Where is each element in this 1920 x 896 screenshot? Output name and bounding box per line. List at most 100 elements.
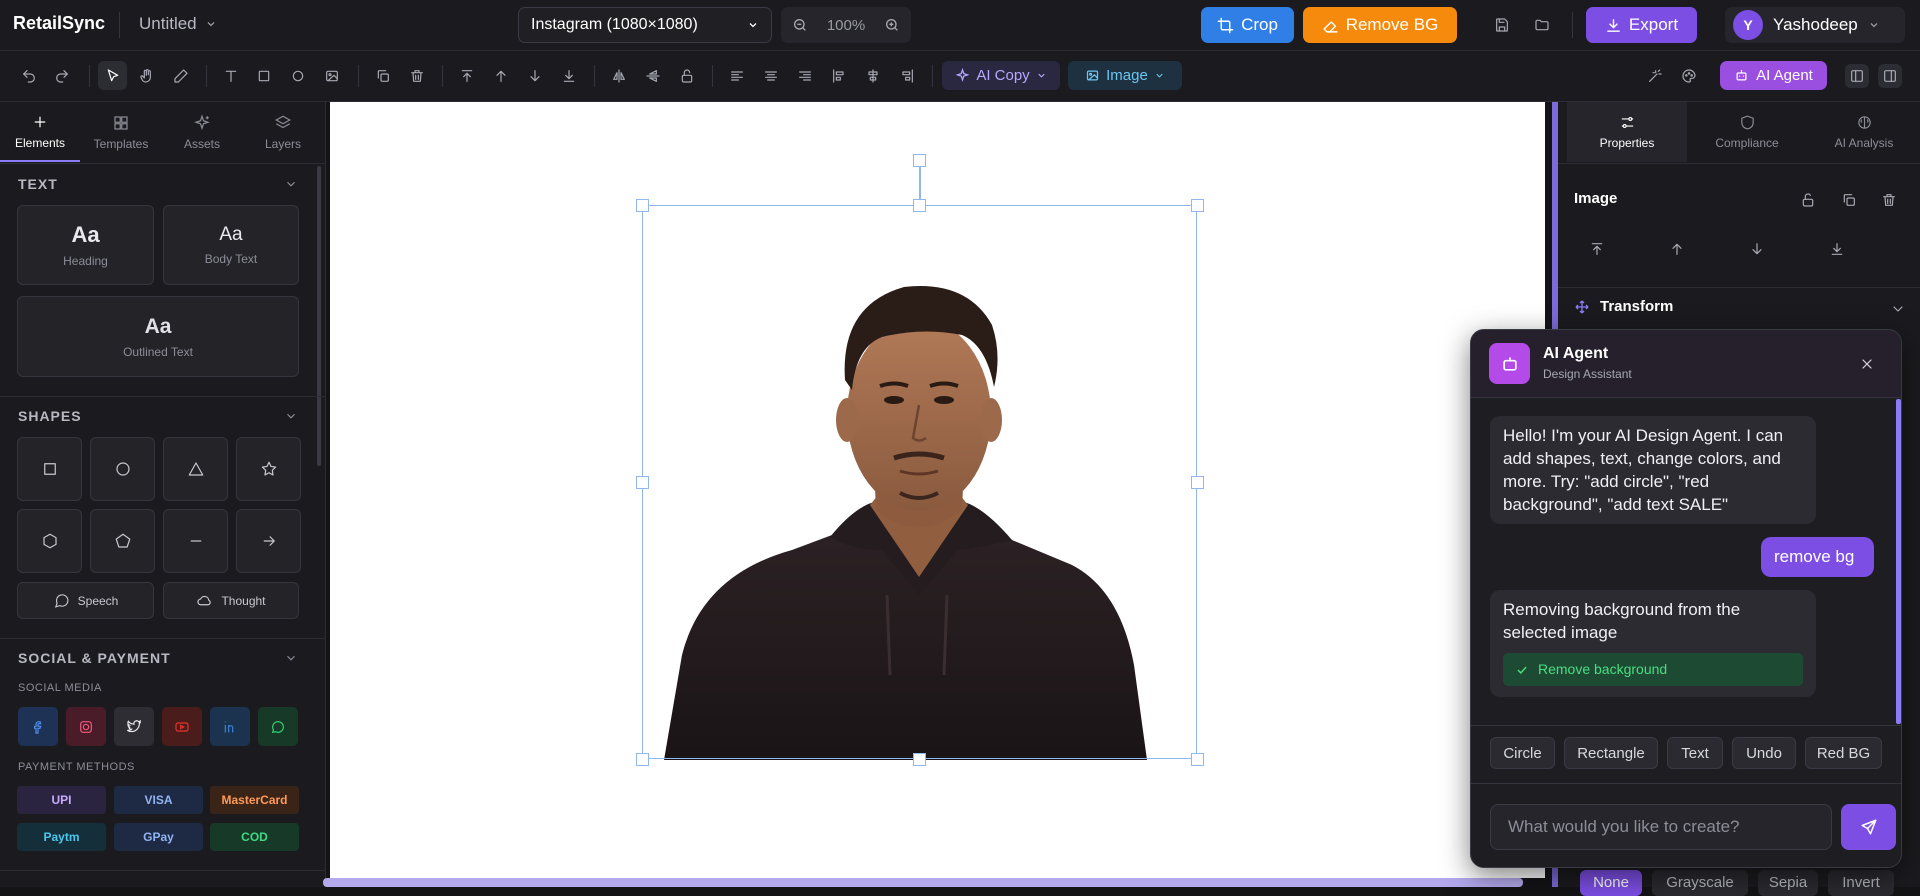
suggestion-circle[interactable]: Circle: [1490, 737, 1555, 769]
bring-forward-icon[interactable]: [1666, 238, 1688, 260]
trash-icon[interactable]: [1878, 189, 1900, 211]
align-objects-right-icon[interactable]: [895, 64, 919, 88]
circle-shape[interactable]: [90, 437, 155, 501]
user-menu[interactable]: Y Yashodeep: [1725, 7, 1905, 43]
redo-icon[interactable]: [50, 64, 74, 88]
bring-to-front-icon[interactable]: [1586, 238, 1608, 260]
facebook-button[interactable]: [18, 707, 58, 746]
hexagon-shape[interactable]: [17, 509, 82, 573]
scrollbar[interactable]: [317, 166, 321, 466]
document-title[interactable]: Untitled: [139, 14, 217, 34]
zoom-in-icon[interactable]: [884, 17, 900, 33]
chat-scrollbar[interactable]: [1896, 399, 1901, 724]
remove-bg-button[interactable]: Remove BG: [1303, 7, 1457, 43]
youtube-button[interactable]: [162, 707, 202, 746]
resize-handle-s[interactable]: [913, 753, 926, 766]
horizontal-scrollbar[interactable]: [323, 878, 1523, 887]
hand-tool-icon[interactable]: [135, 64, 159, 88]
palette-icon[interactable]: [1677, 64, 1701, 88]
send-backward-icon[interactable]: [523, 64, 547, 88]
bring-to-front-icon[interactable]: [455, 64, 479, 88]
duplicate-icon[interactable]: [371, 64, 395, 88]
toggle-left-panel-icon[interactable]: [1845, 64, 1869, 88]
trash-icon[interactable]: [405, 64, 429, 88]
chevron-down-icon[interactable]: [284, 177, 298, 191]
send-button[interactable]: [1841, 804, 1896, 850]
tab-ai-analysis[interactable]: AI Analysis: [1808, 102, 1920, 162]
transform-section-header[interactable]: Transform: [1574, 298, 1673, 315]
select-tool-icon[interactable]: [98, 61, 127, 90]
app-logo[interactable]: RetailSync: [13, 13, 105, 34]
whatsapp-button[interactable]: [258, 707, 298, 746]
flip-horizontal-icon[interactable]: [607, 64, 631, 88]
body-text-card[interactable]: Aa Body Text: [163, 205, 299, 285]
resize-handle-ne[interactable]: [1191, 199, 1204, 212]
align-left-icon[interactable]: [725, 64, 749, 88]
align-objects-left-icon[interactable]: [827, 64, 851, 88]
pentagon-shape[interactable]: [90, 509, 155, 573]
flip-vertical-icon[interactable]: [641, 64, 665, 88]
align-center-icon[interactable]: [759, 64, 783, 88]
zoom-out-icon[interactable]: [792, 17, 808, 33]
payment-paytm[interactable]: Paytm: [17, 823, 106, 851]
lock-icon[interactable]: [675, 64, 699, 88]
instagram-button[interactable]: [66, 707, 106, 746]
tab-layers[interactable]: Layers: [243, 102, 323, 162]
tab-elements[interactable]: Elements: [0, 102, 80, 162]
rectangle-tool-icon[interactable]: [252, 64, 276, 88]
chevron-down-icon[interactable]: [284, 651, 298, 665]
arrow-shape[interactable]: [236, 509, 301, 573]
image-tool-icon[interactable]: [320, 64, 344, 88]
suggestion-undo[interactable]: Undo: [1732, 737, 1796, 769]
payment-upi[interactable]: UPI: [17, 786, 106, 814]
unlock-icon[interactable]: [1797, 189, 1819, 211]
star-shape[interactable]: [236, 437, 301, 501]
magic-wand-icon[interactable]: [1643, 64, 1667, 88]
thought-bubble-shape[interactable]: Thought: [163, 582, 299, 619]
chat-input[interactable]: [1490, 804, 1832, 850]
tab-compliance[interactable]: Compliance: [1688, 102, 1806, 162]
image-dropdown[interactable]: Image: [1068, 61, 1182, 90]
chevron-down-icon[interactable]: [1888, 299, 1908, 319]
size-preset-select[interactable]: Instagram (1080×1080): [518, 7, 772, 43]
suggestion-rectangle[interactable]: Rectangle: [1564, 737, 1658, 769]
crop-button[interactable]: Crop: [1201, 7, 1294, 43]
payment-gpay[interactable]: GPay: [114, 823, 203, 851]
resize-handle-n[interactable]: [913, 199, 926, 212]
resize-handle-w[interactable]: [636, 476, 649, 489]
linkedin-button[interactable]: [210, 707, 250, 746]
filter-none[interactable]: None: [1580, 870, 1642, 896]
folder-open-icon[interactable]: [1530, 13, 1554, 37]
payment-mastercard[interactable]: MasterCard: [210, 786, 299, 814]
close-icon[interactable]: [1855, 352, 1879, 376]
copy-icon[interactable]: [1838, 189, 1860, 211]
line-shape[interactable]: [163, 509, 228, 573]
filter-grayscale[interactable]: Grayscale: [1652, 870, 1748, 896]
filter-sepia[interactable]: Sepia: [1758, 870, 1818, 896]
tab-templates[interactable]: Templates: [81, 102, 161, 162]
bring-forward-icon[interactable]: [489, 64, 513, 88]
ai-copy-dropdown[interactable]: AI Copy: [942, 61, 1060, 90]
suggestion-red-bg[interactable]: Red BG: [1805, 737, 1882, 769]
twitter-button[interactable]: [114, 707, 154, 746]
pen-tool-icon[interactable]: [169, 64, 193, 88]
text-tool-icon[interactable]: [219, 64, 243, 88]
send-backward-icon[interactable]: [1746, 238, 1768, 260]
align-right-icon[interactable]: [793, 64, 817, 88]
send-to-back-icon[interactable]: [557, 64, 581, 88]
rotate-handle[interactable]: [913, 154, 926, 167]
resize-handle-e[interactable]: [1191, 476, 1204, 489]
document-title-text[interactable]: Untitled: [139, 14, 197, 34]
payment-cod[interactable]: COD: [210, 823, 299, 851]
outlined-text-card[interactable]: Aa Outlined Text: [17, 296, 299, 377]
ai-agent-button[interactable]: AI Agent: [1720, 61, 1827, 90]
filter-invert[interactable]: Invert: [1828, 870, 1894, 896]
tab-properties[interactable]: Properties: [1567, 102, 1687, 162]
tab-assets[interactable]: Assets: [162, 102, 242, 162]
resize-handle-se[interactable]: [1191, 753, 1204, 766]
undo-icon[interactable]: [17, 64, 41, 88]
send-to-back-icon[interactable]: [1826, 238, 1848, 260]
triangle-shape[interactable]: [163, 437, 228, 501]
speech-bubble-shape[interactable]: Speech: [17, 582, 154, 619]
heading-text-card[interactable]: Aa Heading: [17, 205, 154, 285]
